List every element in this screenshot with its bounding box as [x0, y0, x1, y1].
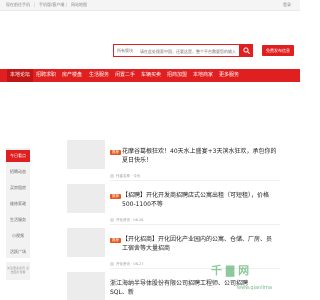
article-title[interactable]: 花摩谷葛根狂欢！40天水上盛宴+3天滨水狂欢，承包你的夏日快乐！: [122, 148, 277, 165]
avatar: [110, 174, 114, 178]
main-nav: 本地论坛 招聘求职 房产楼盘 生活服务 闲置二手 车辆买卖 招商加盟 本地商家 …: [0, 69, 300, 82]
nav-item-more[interactable]: 更多服务: [219, 69, 239, 82]
article-meta: 开化资讯 · 06-27: [110, 262, 144, 267]
recommend-badge: 推荐: [110, 194, 121, 199]
watermark-logo: 千 ▇ 网: [211, 264, 250, 277]
recommend-badge: 推荐: [110, 150, 121, 155]
post-info-button[interactable]: 免费发布信息: [262, 45, 294, 56]
article-thumbnail[interactable]: [67, 228, 105, 257]
divider: [110, 224, 280, 225]
search-box: 所有版块: [113, 44, 253, 57]
top-bar: 现在前往手机 | 手机版/客户端 | 网站地图 登录: [0, 0, 300, 11]
sidebar-item-jobs[interactable]: 招聘动态: [6, 166, 30, 178]
search-input[interactable]: [140, 46, 236, 56]
article-meta-text: 开化资讯 · 06-28: [116, 218, 144, 222]
topbar-separator: |: [66, 2, 68, 7]
article-meta: 作者名称 · 今天: [110, 174, 140, 179]
article-title[interactable]: 【招聘】开化开发商招聘店式公寓出租（可短租），价格500-1100不等: [122, 192, 277, 209]
sidebar-item-today[interactable]: 今日看点: [6, 150, 30, 162]
sidebar-item-repair[interactable]: 维修家政: [6, 198, 30, 210]
nav-item-vehicles[interactable]: 车辆买卖: [141, 69, 161, 82]
search-icon: [242, 47, 250, 54]
article-meta: 开化资讯 · 06-28: [110, 218, 144, 223]
avatar: [110, 262, 114, 266]
recommend-badge: 推荐: [110, 238, 121, 243]
article-thumbnail[interactable]: [67, 272, 105, 300]
login-link[interactable]: 登录: [283, 2, 291, 8]
sidebar-ad[interactable]: 关注更多资讯 点击图片查看: [6, 262, 30, 280]
article-meta-text: 作者名称 · 今天: [116, 174, 141, 178]
nav-item-merchants[interactable]: 本地商家: [193, 69, 213, 82]
article-thumbnail[interactable]: [67, 140, 105, 169]
nav-item-housing[interactable]: 房产楼盘: [62, 69, 82, 82]
nav-item-secondhand[interactable]: 闲置二手: [115, 69, 135, 82]
sidebar-item-square[interactable]: 活跃广场: [6, 246, 30, 258]
article-title[interactable]: 【开化招商】开化因化产业园内的公寓、仓储、厂房、员工宿舍等大量招商: [122, 236, 277, 253]
sidebar-item-life[interactable]: 生活服务: [6, 214, 30, 226]
topbar-link-app[interactable]: 手机版/客户端: [39, 2, 64, 8]
topbar-link-sitemap[interactable]: 网站地图: [71, 2, 87, 8]
article-thumbnail[interactable]: [67, 184, 105, 213]
topbar-link-mobile[interactable]: 现在前往手机: [6, 2, 30, 8]
category-sidebar: 今日看点 招聘动态 买房租房 维修家政 生活服务 小视频 活跃广场: [6, 148, 30, 258]
search-category-select[interactable]: 所有版块: [117, 48, 133, 54]
sidebar-item-video[interactable]: 小视频: [6, 230, 30, 242]
search-button[interactable]: [239, 44, 253, 57]
topbar-separator: |: [34, 2, 36, 7]
nav-item-services[interactable]: 生活服务: [89, 69, 109, 82]
search-hot-keywords: [113, 59, 253, 71]
nav-item-franchise[interactable]: 招商加盟: [167, 69, 187, 82]
nav-item-forum[interactable]: 本地论坛: [7, 69, 34, 82]
divider: [110, 180, 280, 181]
article-meta-text: 开化资讯 · 06-27: [116, 262, 144, 266]
avatar: [110, 218, 114, 222]
divider: [110, 268, 280, 269]
sidebar-item-housing[interactable]: 买房租房: [6, 182, 30, 194]
nav-item-jobs[interactable]: 招聘求职: [36, 69, 56, 82]
watermark-subtext: www.qianlima: [237, 285, 272, 291]
